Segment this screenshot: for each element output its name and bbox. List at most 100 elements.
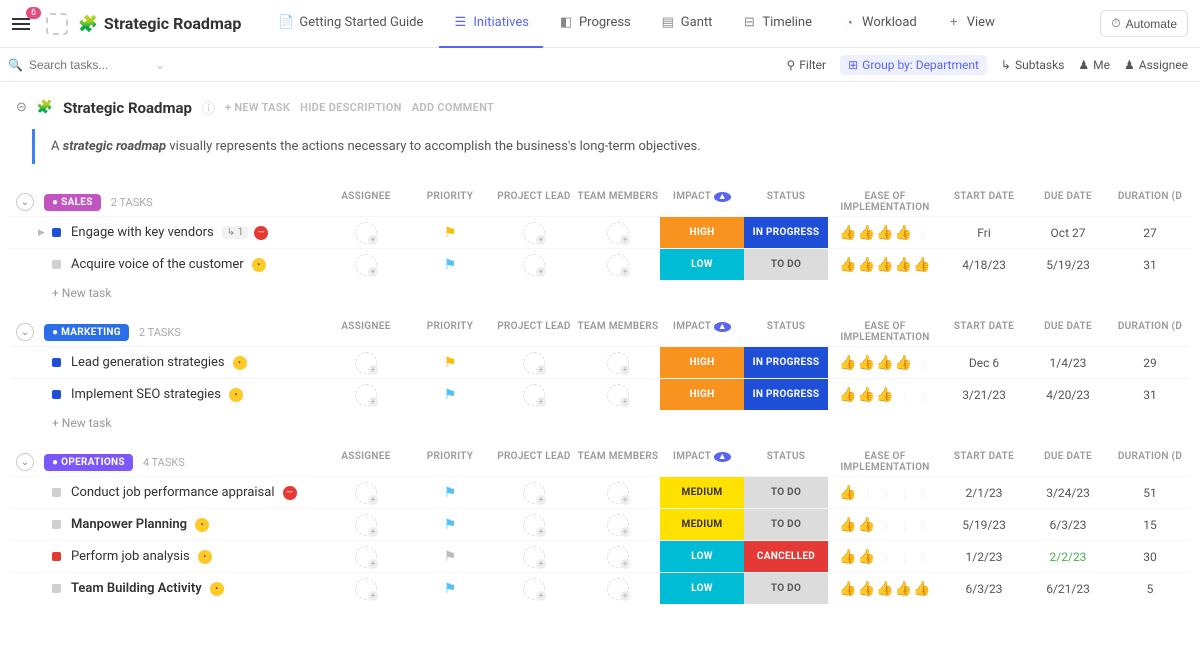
col-status[interactable]: STATUS [744,321,828,343]
group-collapse-icon[interactable]: ⌄ [16,323,34,341]
priority-flag-icon[interactable]: ⚑ [444,517,457,533]
tab-getting-started[interactable]: 📄Getting Started Guide [265,0,437,48]
ease-rating[interactable]: 👍👍👍👍👍 [839,517,930,533]
col-team-members[interactable]: TEAM MEMBERS [576,451,660,473]
col-ease[interactable]: EASE OF IMPLEMENTATION [828,321,942,343]
status-badge[interactable]: TO DO [744,509,828,540]
tab-workload[interactable]: ◔Workload [828,0,931,48]
list-title[interactable]: Strategic Roadmap [63,99,192,117]
status-square-icon[interactable] [52,520,61,529]
project-lead-empty[interactable] [523,254,545,276]
col-priority[interactable]: PRIORITY [408,321,492,343]
subtask-count[interactable]: ↳ 1 [222,226,248,239]
priority-flag-icon[interactable]: ⚑ [444,387,457,403]
page-title[interactable]: Strategic Roadmap [104,14,241,33]
group-collapse-icon[interactable]: ⌄ [16,453,34,471]
priority-flag-icon[interactable]: ⚑ [444,355,457,371]
status-badge[interactable]: IN PROGRESS [744,379,828,410]
col-team-members[interactable]: TEAM MEMBERS [576,191,660,213]
team-members-empty[interactable] [607,384,629,406]
task-name[interactable]: Lead generation strategies [71,355,225,370]
col-due-date[interactable]: DUE DATE [1026,321,1110,343]
blocked-icon[interactable]: — [283,486,297,500]
col-duration[interactable]: DURATION (D [1110,321,1190,343]
col-due-date[interactable]: DUE DATE [1026,451,1110,473]
menu-toggle[interactable]: 6 [12,12,36,36]
col-assignee[interactable]: ASSIGNEE [324,451,408,473]
task-row[interactable]: Perform job analysis • ⚑ LOW CANCELLED 👍… [10,540,1190,572]
team-members-empty[interactable] [607,352,629,374]
col-duration[interactable]: DURATION (D [1110,451,1190,473]
priority-flag-icon[interactable]: ⚑ [444,485,457,501]
col-team-members[interactable]: TEAM MEMBERS [576,321,660,343]
impact-badge[interactable]: LOW [660,249,744,280]
start-date[interactable]: 4/18/23 [942,249,1026,280]
status-square-icon[interactable] [52,228,61,237]
due-date[interactable]: 6/3/23 [1026,509,1110,540]
assignee-empty[interactable] [355,384,377,406]
status-badge[interactable]: TO DO [744,573,828,604]
in-progress-icon[interactable]: • [210,582,224,596]
tab-gantt[interactable]: ▤Gantt [647,0,727,48]
col-ease[interactable]: EASE OF IMPLEMENTATION [828,191,942,213]
duration[interactable]: 15 [1110,509,1190,540]
group-collapse-icon[interactable]: ⌄ [16,193,34,211]
status-badge[interactable]: TO DO [744,249,828,280]
due-date[interactable]: Oct 27 [1026,217,1110,248]
task-name[interactable]: Team Building Activity [71,581,202,596]
assignee-empty[interactable] [355,482,377,504]
start-date[interactable]: 6/3/23 [942,573,1026,604]
filter-button[interactable]: ⚲Filter [786,58,826,72]
impact-badge[interactable]: MEDIUM [660,509,744,540]
task-name[interactable]: Acquire voice of the customer [71,257,244,272]
team-members-empty[interactable] [607,254,629,276]
status-badge[interactable]: CANCELLED [744,541,828,572]
project-lead-empty[interactable] [523,482,545,504]
new-task-link[interactable]: + New task [10,280,1190,306]
in-progress-icon[interactable]: • [195,518,209,532]
col-start-date[interactable]: START DATE [942,321,1026,343]
team-members-empty[interactable] [607,222,629,244]
duration[interactable]: 29 [1110,347,1190,378]
ease-rating[interactable]: 👍👍👍👍👍 [839,387,930,403]
due-date[interactable]: 3/24/23 [1026,477,1110,508]
collapse-all-icon[interactable]: ⊝ [16,100,27,115]
task-row[interactable]: Lead generation strategies • ⚑ HIGH IN P… [10,346,1190,378]
impact-badge[interactable]: HIGH [660,347,744,378]
search-input[interactable] [29,58,149,72]
col-start-date[interactable]: START DATE [942,191,1026,213]
impact-badge[interactable]: HIGH [660,217,744,248]
ease-rating[interactable]: 👍👍👍👍👍 [839,581,930,597]
col-ease[interactable]: EASE OF IMPLEMENTATION [828,451,942,473]
list-description[interactable]: A strategic roadmap visually represents … [32,129,1190,164]
status-square-icon[interactable] [52,358,61,367]
team-members-empty[interactable] [607,546,629,568]
duration[interactable]: 31 [1110,379,1190,410]
col-impact[interactable]: IMPACT ▲ [660,451,744,473]
search-box[interactable]: 🔍 ⌄ [8,58,786,72]
chevron-down-icon[interactable]: ⌄ [155,58,165,72]
status-badge[interactable]: IN PROGRESS [744,217,828,248]
in-progress-icon[interactable]: • [233,356,247,370]
impact-badge[interactable]: HIGH [660,379,744,410]
task-row[interactable]: Implement SEO strategies • ⚑ HIGH IN PRO… [10,378,1190,410]
project-lead-empty[interactable] [523,352,545,374]
task-row[interactable]: Acquire voice of the customer • ⚑ LOW TO… [10,248,1190,280]
assignee-empty[interactable] [355,546,377,568]
task-name[interactable]: Perform job analysis [71,549,190,564]
col-impact[interactable]: IMPACT ▲ [660,191,744,213]
col-assignee[interactable]: ASSIGNEE [324,321,408,343]
status-square-icon[interactable] [52,488,61,497]
project-lead-empty[interactable] [523,514,545,536]
task-row[interactable]: Team Building Activity • ⚑ LOW TO DO 👍👍👍… [10,572,1190,604]
project-lead-empty[interactable] [523,222,545,244]
start-date[interactable]: 5/19/23 [942,509,1026,540]
tab-initiatives[interactable]: ☰Initiatives [439,0,543,48]
team-members-empty[interactable] [607,482,629,504]
project-lead-empty[interactable] [523,384,545,406]
impact-badge[interactable]: LOW [660,573,744,604]
status-square-icon[interactable] [52,390,61,399]
in-progress-icon[interactable]: • [229,388,243,402]
col-project-lead[interactable]: PROJECT LEAD [492,451,576,473]
new-task-button[interactable]: + NEW TASK [225,101,290,114]
